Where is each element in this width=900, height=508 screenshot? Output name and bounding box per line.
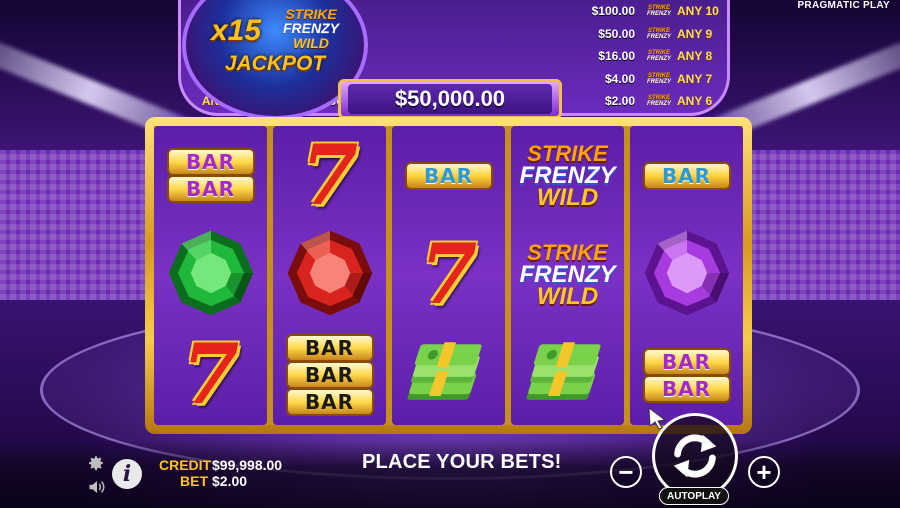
bar-symbol: BAR: [392, 126, 505, 226]
medallion-wild-text: WILD: [293, 35, 329, 51]
autoplay-button[interactable]: AUTOPLAY: [659, 487, 729, 505]
strike-frenzy-wild-logo: STRIKE FRENZY WILD: [519, 140, 616, 211]
reel-1: BAR BAR 7: [154, 126, 267, 425]
wild-symbol: STRIKE FRENZY WILD: [511, 126, 624, 226]
strike-frenzy-mini-logo: STRIKEFRENZY: [647, 5, 671, 17]
green-gem-icon: [165, 227, 257, 324]
info-icon[interactable]: i: [112, 459, 142, 489]
jackpot-row-right: $50.00 STRIKE FRENZY ANY 9: [585, 24, 723, 44]
strike-frenzy-mini-logo: STRIKEFRENZY: [647, 72, 671, 85]
seven-symbol: 7: [273, 126, 386, 226]
credit-label: CREDIT: [159, 457, 212, 473]
bar-stack: BAR: [406, 163, 491, 188]
bar-text: BAR: [304, 336, 355, 361]
bar-text: BAR: [661, 163, 712, 188]
right-led-panel: [750, 150, 900, 300]
bar-text: BAR: [185, 177, 236, 202]
cash-stack-icon: [520, 333, 616, 418]
bar-plate: BAR: [287, 363, 372, 388]
mouse-cursor-icon: [648, 406, 667, 430]
bar-text: BAR: [304, 363, 355, 388]
bar-symbol: BAR: [630, 126, 743, 226]
bar-text: BAR: [661, 376, 712, 401]
bar-symbol: BAR BAR: [154, 126, 267, 226]
jackpot-prize-value: $100.00: [591, 4, 635, 18]
bar-text: BAR: [304, 390, 355, 415]
bar-text: BAR: [423, 163, 474, 188]
seven-icon: 7: [419, 227, 478, 324]
medallion-frenzy-text: FRENZY: [283, 20, 339, 36]
jackpot-row-right: $2.00 STRIKE FRENZY ANY 6: [585, 91, 723, 111]
seven-symbol: 7: [392, 226, 505, 326]
strike-frenzy-mini-logo: STRIKEFRENZY: [647, 50, 671, 62]
jackpot-multiplier: x15: [210, 14, 262, 47]
bar-plate: BAR: [168, 177, 253, 202]
bar-plate: BAR: [168, 150, 253, 175]
reel-4: STRIKE FRENZY WILD STRIKE FRENZY WILD: [511, 126, 624, 425]
brand-label: PRAGMATIC PLAY: [797, 0, 890, 11]
jackpot-amount: $50,000.00: [348, 84, 552, 114]
purple-gem-symbol: [630, 226, 743, 326]
green-gem-symbol: [154, 226, 267, 326]
red-gem-symbol: [273, 226, 386, 326]
reel-2: 7 BAR BAR BAR: [273, 126, 386, 425]
bar-stack: BAR BAR: [168, 150, 253, 202]
jackpot-prize-value: $4.00: [604, 71, 635, 86]
strike-frenzy-mini-logo: STRIKEFRENZY: [647, 95, 671, 107]
jackpot-row-right: $100.00 STRIKE FRENZY ANY 10: [585, 1, 723, 21]
jackpot-row-right: $16.00 STRIKE FRENZY ANY 8: [585, 46, 723, 66]
reel-3: BAR 7: [392, 126, 505, 425]
jackpot-prize-value: $50.00: [598, 26, 635, 41]
jackpot-any-count: ANY 8: [677, 49, 713, 63]
bar-plate: BAR: [644, 163, 729, 188]
bar-text: BAR: [185, 150, 236, 175]
jackpot-amount-display: $50,000.00: [338, 79, 562, 119]
bar-symbol: BAR BAR BAR: [273, 325, 386, 425]
settings-gear-icon[interactable]: [87, 454, 105, 472]
left-led-panel: [0, 150, 150, 300]
cash-stack-symbol: [392, 325, 505, 425]
jackpot-prize-value: $16.00: [598, 49, 635, 63]
reel-5: BAR BAR BAR: [630, 126, 743, 425]
wild-symbol: STRIKE FRENZY WILD: [511, 226, 624, 326]
strike-frenzy-wild-logo: STRIKE FRENZY WILD: [519, 240, 616, 311]
jackpot-any-count: ANY 6: [677, 94, 713, 108]
medallion-jackpot-text: JACKPOT: [224, 52, 326, 75]
jackpot-any-count: ANY 10: [677, 4, 719, 18]
bet-label: BET: [180, 473, 208, 489]
bar-plate: BAR: [287, 390, 372, 415]
cash-stack-symbol: [511, 325, 624, 425]
jackpot-any-count: ANY 9: [677, 26, 713, 41]
bet-value: $2.00: [212, 473, 248, 489]
spin-arrows-icon: [673, 434, 717, 478]
reel-grid: BAR BAR 7 7 BAR BAR BAR BAR 7 STRIKE FRENZY WILD STR…: [154, 126, 743, 425]
bar-plate: BAR: [287, 336, 372, 361]
status-message: PLACE YOUR BETS!: [362, 451, 562, 473]
purple-gem-icon: [641, 227, 733, 324]
bar-plate: BAR: [644, 376, 729, 401]
increase-bet-button[interactable]: +: [748, 456, 780, 488]
strike-frenzy-mini-logo: STRIKEFRENZY: [647, 27, 671, 40]
cash-stack-icon: [401, 333, 497, 418]
bar-plate: BAR: [644, 349, 729, 374]
bar-stack: BAR BAR BAR: [287, 336, 372, 415]
jackpot-row-right: $4.00 STRIKE FRENZY ANY 7: [585, 69, 723, 89]
jackpot-any-count: ANY 7: [677, 71, 713, 86]
bar-plate: BAR: [406, 163, 491, 188]
seven-icon: 7: [300, 127, 359, 224]
red-gem-icon: [284, 227, 376, 324]
bar-stack: BAR: [644, 163, 729, 188]
decrease-bet-button[interactable]: −: [610, 456, 642, 488]
jackpot-prize-value: $2.00: [604, 94, 635, 108]
bar-stack: BAR BAR: [644, 349, 729, 401]
seven-icon: 7: [181, 327, 240, 424]
sound-speaker-icon[interactable]: [88, 479, 106, 495]
reel-frame: BAR BAR 7 7 BAR BAR BAR BAR 7 STRIKE FRENZY WILD STR…: [145, 117, 752, 434]
bar-text: BAR: [661, 349, 712, 374]
seven-symbol: 7: [154, 325, 267, 425]
credit-value: $99,998.00: [212, 457, 283, 473]
